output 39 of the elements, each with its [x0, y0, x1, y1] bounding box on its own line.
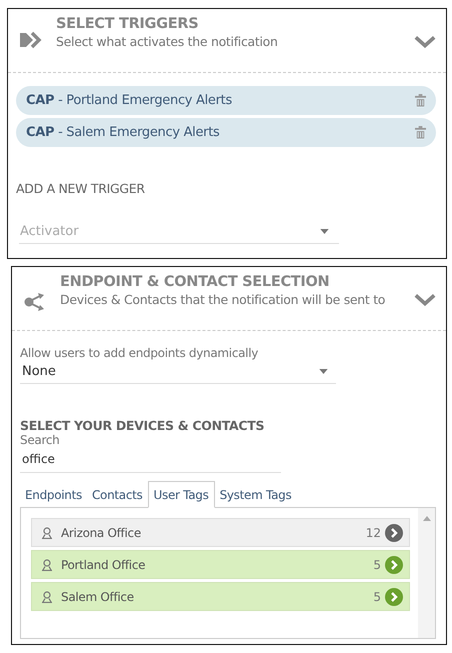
search-label: Search [20, 433, 60, 447]
select-heading: SELECT YOUR DEVICES & CONTACTS [20, 418, 266, 433]
double-chevron-icon [20, 31, 44, 49]
section-subtitle: Devices & Contacts that the notification will be sent to [60, 292, 386, 307]
section-title: SELECT TRIGGERS [56, 16, 200, 32]
tag-row[interactable]: Portland Office 5 [31, 550, 410, 579]
chevron-down-icon[interactable] [414, 35, 436, 49]
tag-name: Arizona Office [61, 526, 142, 540]
tag-count: 5 [373, 558, 381, 572]
tab[interactable]: User Tags [148, 481, 215, 508]
user-icon [41, 526, 53, 538]
trigger-label: CAP - Portland Emergency Alerts [26, 93, 233, 108]
trash-icon[interactable] [415, 126, 426, 139]
tag-count: 5 [373, 590, 381, 604]
field-label: Allow users to add endpoints dynamically [20, 346, 260, 360]
dynamic-endpoints-dropdown[interactable]: None [20, 360, 336, 384]
tag-count: 12 [366, 526, 381, 540]
tag-name: Portland Office [61, 558, 146, 572]
tag-row[interactable]: Arizona Office 12 [31, 518, 410, 547]
caret-icon [319, 369, 328, 374]
user-icon [41, 590, 53, 602]
section-title: ENDPOINT & CONTACT SELECTION [60, 274, 330, 290]
scrollbar[interactable] [418, 508, 435, 638]
chevron-down-icon[interactable] [414, 293, 436, 307]
tag-name: Salem Office [61, 590, 135, 604]
arrow-right-icon[interactable] [385, 588, 403, 606]
share-nodes-icon [24, 293, 46, 311]
add-trigger-heading: ADD A NEW TRIGGER [16, 181, 146, 196]
arrow-right-icon[interactable] [385, 556, 403, 574]
trigger-label: CAP - Salem Emergency Alerts [26, 125, 220, 140]
section-subtitle: Select what activates the notification [56, 34, 279, 49]
scroll-up-icon[interactable] [422, 516, 430, 521]
user-icon [41, 558, 53, 570]
trash-icon[interactable] [415, 94, 426, 107]
tab[interactable]: System Tags [214, 483, 296, 508]
arrow-right-icon[interactable] [385, 524, 403, 542]
caret-icon [320, 229, 329, 234]
tab[interactable]: Endpoints [20, 483, 87, 508]
tag-row[interactable]: Salem Office 5 [31, 582, 410, 611]
